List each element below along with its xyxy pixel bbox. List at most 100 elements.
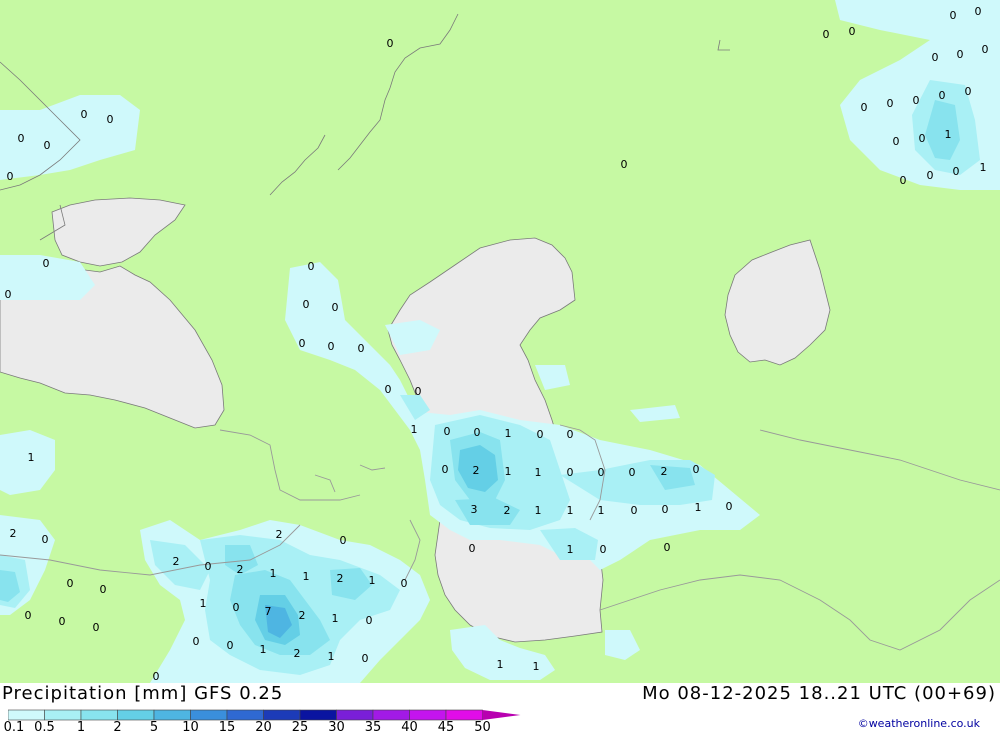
precip-value: 0 bbox=[227, 639, 234, 652]
precip-value: 1 bbox=[535, 466, 542, 479]
legend-swatch bbox=[336, 709, 374, 721]
legend-swatch bbox=[190, 709, 228, 721]
precip-value: 2 bbox=[237, 563, 244, 576]
precip-value: 0 bbox=[205, 560, 212, 573]
precip-value: 1 bbox=[260, 643, 267, 656]
precip-value: 2 bbox=[299, 609, 306, 622]
precip-value: 0 bbox=[385, 383, 392, 396]
precip-value: 0 bbox=[629, 466, 636, 479]
precip-value: 0 bbox=[44, 139, 51, 152]
precip-value: 0 bbox=[442, 463, 449, 476]
precip-value: 0 bbox=[5, 288, 12, 301]
precip-value: 0 bbox=[567, 428, 574, 441]
precip-value: 1 bbox=[303, 570, 310, 583]
legend-swatch bbox=[117, 709, 155, 721]
precip-value: 1 bbox=[332, 612, 339, 625]
precip-value: 1 bbox=[411, 423, 418, 436]
precip-value: 0 bbox=[474, 426, 481, 439]
precip-value: 1 bbox=[200, 597, 207, 610]
precip-value: 0 bbox=[387, 37, 394, 50]
legend-swatch bbox=[263, 709, 301, 721]
legend-swatch bbox=[226, 709, 264, 721]
precip-value: 0 bbox=[469, 542, 476, 555]
legend-swatch bbox=[44, 709, 82, 721]
precip-value: 0 bbox=[401, 577, 408, 590]
precip-value: 0 bbox=[18, 132, 25, 145]
legend-swatch bbox=[372, 709, 410, 721]
legend-swatch bbox=[409, 709, 447, 721]
legend-swatch bbox=[7, 709, 45, 721]
footer: Precipitation [mm] GFS 0.25 Mo 08-12-202… bbox=[0, 683, 1000, 735]
precip-value: 0 bbox=[662, 503, 669, 516]
precip-value: 1 bbox=[28, 451, 35, 464]
precip-value: 0 bbox=[939, 89, 946, 102]
precip-value: 0 bbox=[900, 174, 907, 187]
precip-value: 1 bbox=[533, 660, 540, 673]
precip-value: 0 bbox=[233, 601, 240, 614]
timestamp: Mo 08-12-2025 18..21 UTC (00+69) bbox=[642, 683, 996, 704]
precip-value: 0 bbox=[358, 342, 365, 355]
precip-value: 0 bbox=[193, 635, 200, 648]
precip-value: 0 bbox=[415, 385, 422, 398]
precip-value: 1 bbox=[497, 658, 504, 671]
precip-value: 0 bbox=[631, 504, 638, 517]
legend-swatch bbox=[299, 709, 337, 721]
precip-value: 0 bbox=[328, 340, 335, 353]
precip-value: 0 bbox=[153, 670, 160, 683]
color-legend: 0.1 0.5 1 2 5 10 15 20 25 30 35 40 45 50 bbox=[4, 708, 528, 735]
precip-value: 0 bbox=[340, 534, 347, 547]
precip-value: 0 bbox=[664, 541, 671, 554]
credit-link[interactable]: ©weatheronline.co.uk bbox=[858, 717, 980, 730]
precip-value: 0 bbox=[42, 533, 49, 546]
precip-value: 0 bbox=[913, 94, 920, 107]
precip-value: 0 bbox=[975, 5, 982, 18]
precip-value: 0 bbox=[537, 428, 544, 441]
precip-value: 0 bbox=[621, 158, 628, 171]
precip-value: 0 bbox=[823, 28, 830, 41]
precip-value: 0 bbox=[950, 9, 957, 22]
precip-value: 0 bbox=[303, 298, 310, 311]
legend-swatch bbox=[80, 709, 118, 721]
precip-value: 0 bbox=[982, 43, 989, 56]
precip-value: 0 bbox=[93, 621, 100, 634]
precip-value: 1 bbox=[369, 574, 376, 587]
precip-value: 2 bbox=[504, 504, 511, 517]
precip-value: 0 bbox=[598, 466, 605, 479]
precip-value: 0 bbox=[893, 135, 900, 148]
precip-value: 1 bbox=[328, 650, 335, 663]
precip-value: 0 bbox=[7, 170, 14, 183]
precip-value: 2 bbox=[337, 572, 344, 585]
precip-value: 2 bbox=[661, 465, 668, 478]
precipitation-map: 0 0 0 0 0 0 0 0 0 0 0 0 0 1 0 0 0 0 1 0 … bbox=[0, 0, 1000, 683]
precip-value: 0 bbox=[366, 614, 373, 627]
precip-value: 0 bbox=[43, 257, 50, 270]
precip-value: 2 bbox=[294, 647, 301, 660]
precip-value: 0 bbox=[927, 169, 934, 182]
precip-value: 2 bbox=[10, 527, 17, 540]
precip-value: 0 bbox=[59, 615, 66, 628]
precip-value: 0 bbox=[25, 609, 32, 622]
precip-value: 0 bbox=[600, 543, 607, 556]
precip-value: 0 bbox=[444, 425, 451, 438]
precip-value: 0 bbox=[919, 132, 926, 145]
precip-value: 1 bbox=[505, 465, 512, 478]
legend-arrow bbox=[482, 710, 521, 720]
precip-value: 0 bbox=[362, 652, 369, 665]
precip-value: 0 bbox=[81, 108, 88, 121]
precip-value: 0 bbox=[693, 463, 700, 476]
precip-value: 2 bbox=[473, 464, 480, 477]
precip-value: 0 bbox=[887, 97, 894, 110]
precip-value: 1 bbox=[945, 128, 952, 141]
precip-value: 0 bbox=[299, 337, 306, 350]
precip-value: 7 bbox=[265, 605, 272, 618]
map-title: Precipitation [mm] GFS 0.25 bbox=[2, 683, 284, 704]
precip-value: 1 bbox=[980, 161, 987, 174]
precip-value: 0 bbox=[308, 260, 315, 273]
legend-swatch bbox=[153, 709, 191, 721]
precip-value: 0 bbox=[726, 500, 733, 513]
precip-value: 3 bbox=[471, 503, 478, 516]
precip-value: 0 bbox=[67, 577, 74, 590]
precip-value: 1 bbox=[535, 504, 542, 517]
precip-value: 2 bbox=[276, 528, 283, 541]
precip-value: 1 bbox=[270, 567, 277, 580]
